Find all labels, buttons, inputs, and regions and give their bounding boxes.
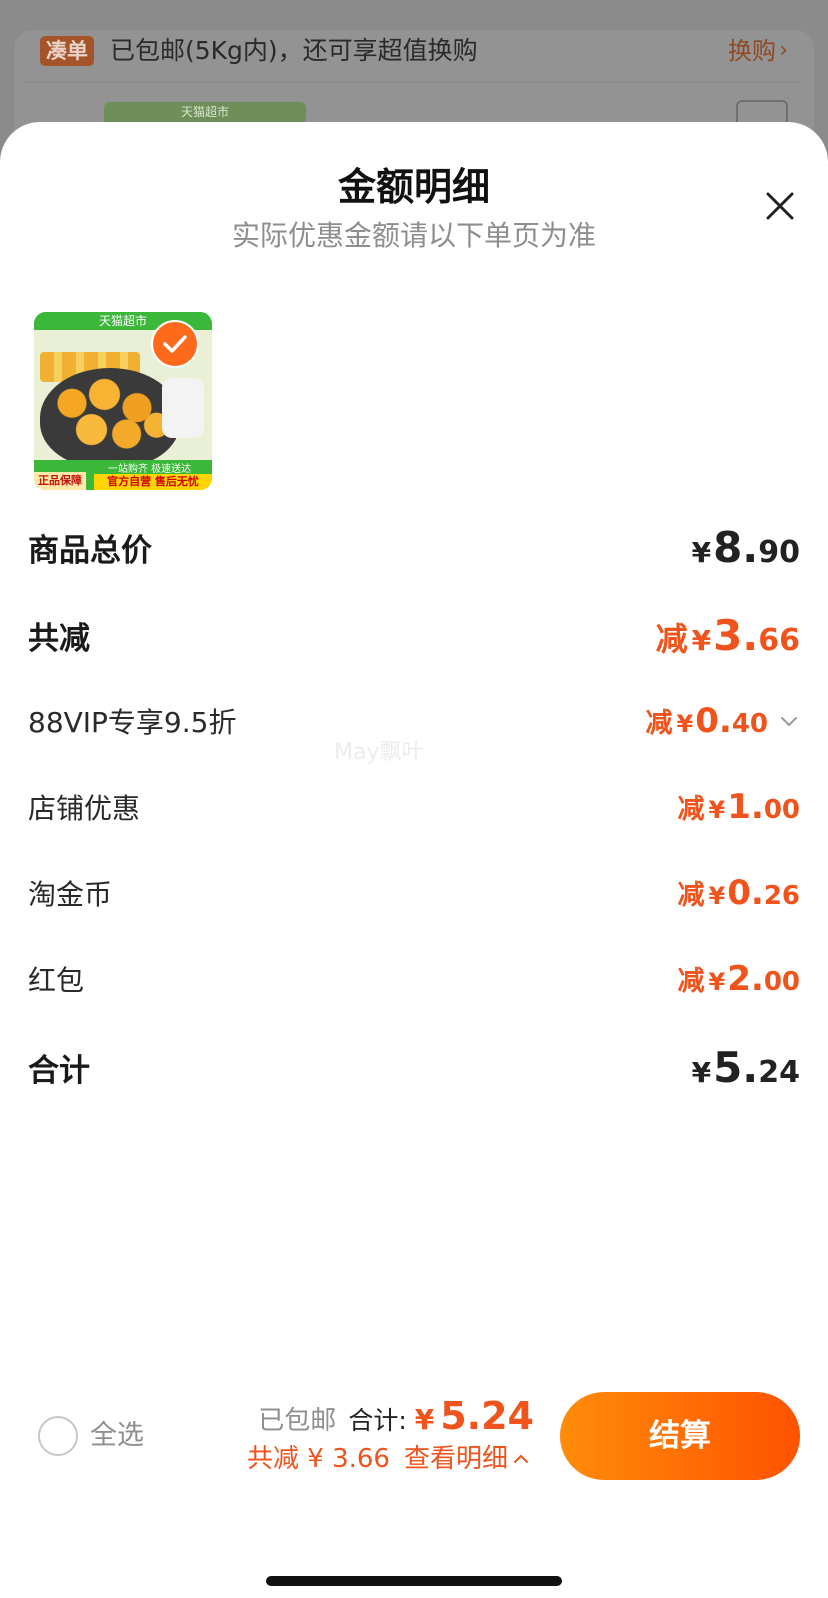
footer-discount-summary: 共减 ¥ 3.66 查看明细 — [247, 1442, 530, 1476]
product-food-image — [46, 368, 176, 456]
total-discount-row: 共减 减 ¥3. 66 — [28, 610, 800, 660]
checkout-button[interactable]: 结算 — [560, 1392, 800, 1480]
footer-discount-text: 共减 ¥ 3.66 — [247, 1444, 390, 1474]
grand-total-value: ¥5. 24 — [691, 1042, 800, 1092]
store-coupon-label: 店铺优惠 — [28, 792, 141, 825]
close-icon[interactable] — [762, 188, 798, 224]
vip-discount-value: 减 ¥0. 40 — [646, 701, 800, 741]
watermark: May飘叶 — [334, 740, 424, 765]
gold-coin-label: 淘金币 — [28, 878, 113, 911]
red-packet-label: 红包 — [28, 964, 85, 997]
select-all-radio[interactable] — [38, 1416, 78, 1456]
footer-total-summary: 已包邮 合计: ¥ 5.24 — [258, 1394, 534, 1438]
gold-coin-row: 淘金币 减 ¥0. 26 — [28, 868, 800, 918]
chevron-up-icon[interactable] — [512, 1450, 530, 1468]
view-detail-link[interactable]: 查看明细 — [404, 1442, 508, 1476]
red-packet-value: 减 ¥2. 00 — [677, 959, 800, 999]
red-packet-row: 红包 减 ¥2. 00 — [28, 954, 800, 1004]
gold-coin-value: 减 ¥0. 26 — [677, 873, 800, 913]
authentic-badge: 正品保障 — [34, 472, 86, 490]
background-page: 凑单 已包邮(5Kg内)，还可享超值换购 换购 › 天猫超市 — [0, 0, 828, 160]
background-divider — [26, 82, 802, 83]
amount-detail-sheet: 金额明细 实际优惠金额请以下单页为准 天猫超市 一站购齐 极速送达 官方自营 售… — [0, 122, 828, 1598]
sheet-title: 金额明细 — [337, 165, 490, 209]
chevron-right-icon: › — [779, 38, 788, 63]
thumb-strip-text: 官方自营 售后无忧 — [94, 474, 212, 490]
check-icon[interactable] — [151, 320, 199, 368]
home-indicator — [266, 1576, 562, 1586]
thumb-banner-text: 一站购齐 极速送达 — [108, 464, 192, 475]
footer-total-yen: ¥ — [414, 1403, 435, 1436]
total-discount-value: 减 ¥3. 66 — [655, 610, 800, 660]
background-promo-text: 已包邮(5Kg内)，还可享超值换购 — [110, 36, 478, 65]
product-figure-image — [162, 378, 204, 438]
chevron-down-icon[interactable] — [778, 710, 800, 732]
free-shipping-label: 已包邮 — [258, 1406, 337, 1436]
grand-total-label: 合计 — [28, 1052, 90, 1089]
footer-total-label: 合计: — [348, 1406, 407, 1435]
grand-total-row: 合计 ¥5. 24 — [28, 1042, 800, 1092]
vip-discount-label: 88VIP专享9.5折 — [28, 706, 237, 739]
subtotal-value: ¥8. 90 — [691, 522, 800, 572]
store-coupon-value: 减 ¥1. 00 — [677, 787, 800, 827]
background-exchange-link: 换购 — [728, 37, 776, 65]
select-all-label[interactable]: 全选 — [90, 1418, 144, 1454]
subtotal-label: 商品总价 — [28, 532, 152, 569]
background-bundle-tag: 凑单 — [40, 36, 94, 66]
subtotal-row: 商品总价 ¥8. 90 — [28, 522, 800, 572]
sheet-subtitle: 实际优惠金额请以下单页为准 — [231, 219, 596, 252]
footer-total-value: 5.24 — [440, 1394, 534, 1438]
total-discount-label: 共减 — [28, 620, 90, 657]
store-coupon-row: 店铺优惠 减 ¥1. 00 — [28, 782, 800, 832]
